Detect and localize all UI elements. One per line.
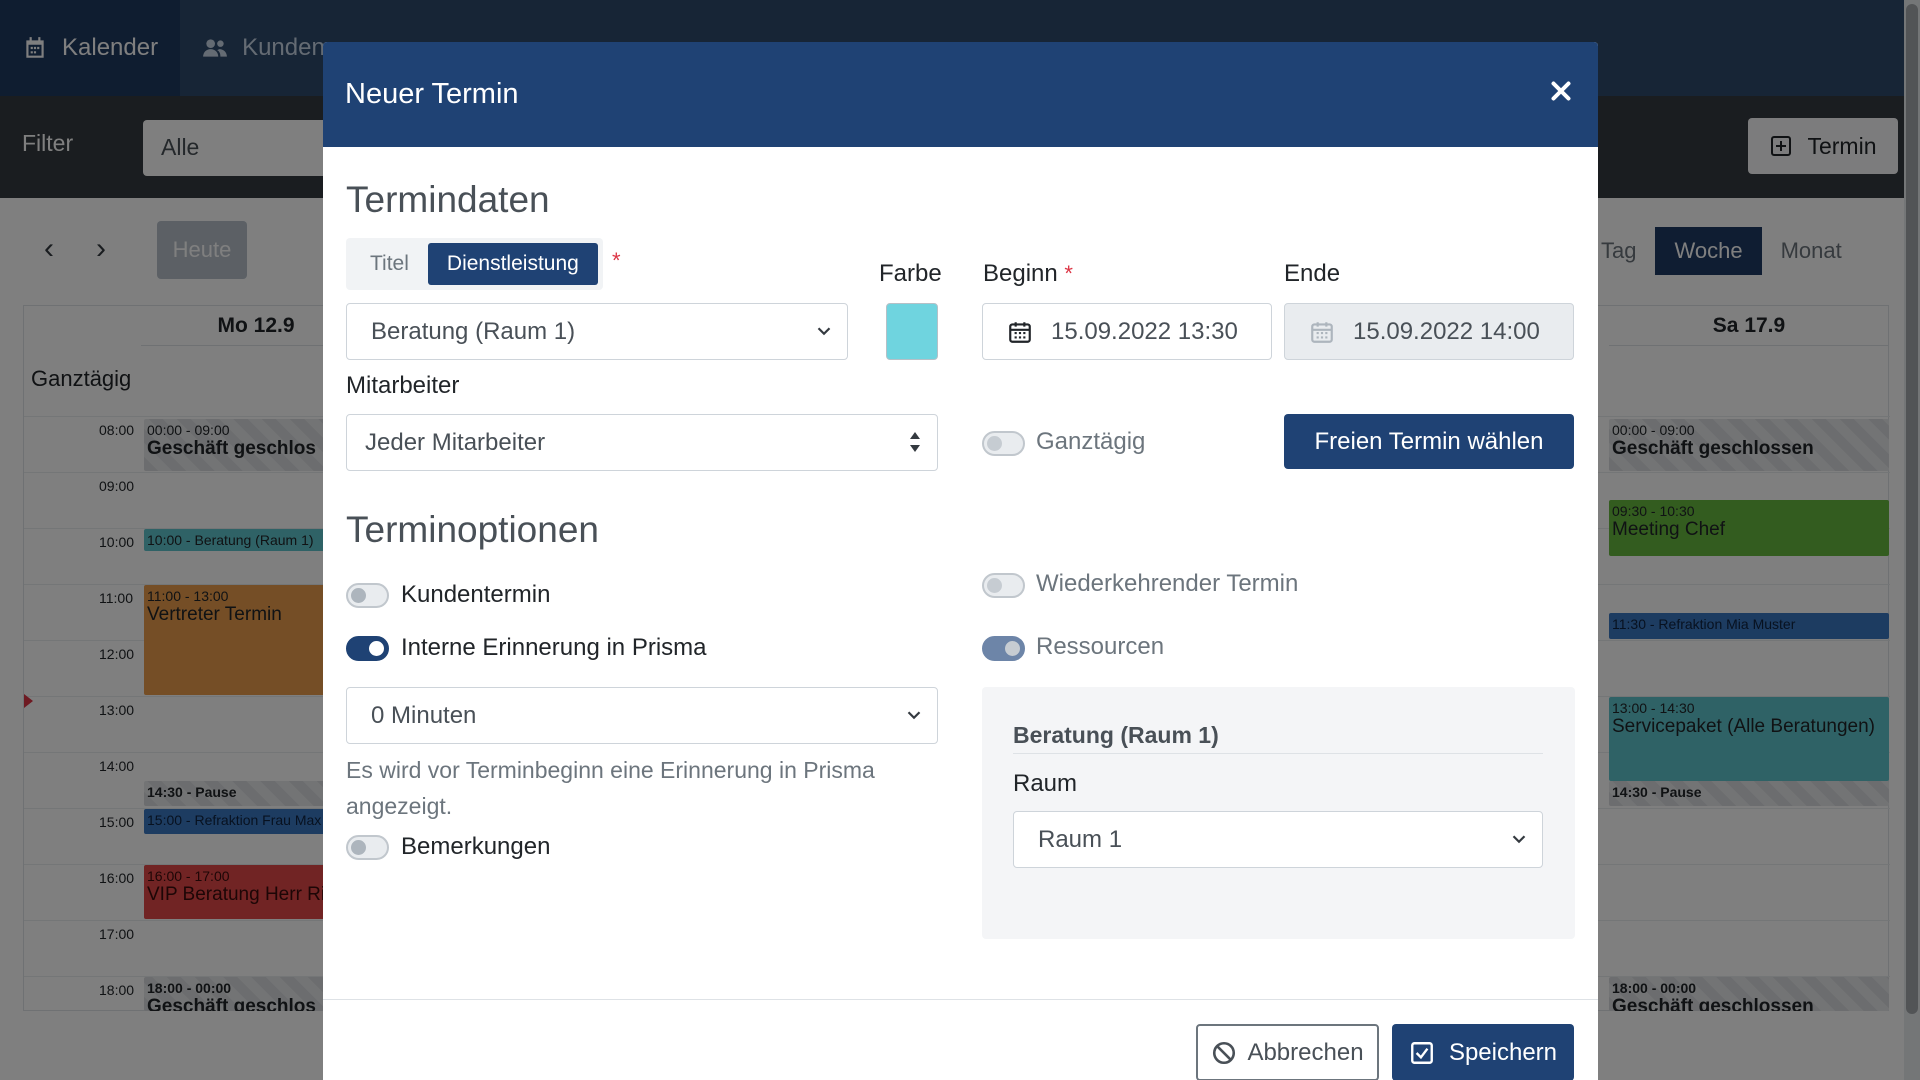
end-datetime-input: 15.09.2022 14:00 <box>1284 303 1574 360</box>
resource-panel: Beratung (Raum 1) Raum Raum 1 <box>982 687 1575 939</box>
reminder-help-text: Es wird vor Terminbeginn eine Erinnerung… <box>346 757 875 819</box>
save-button-label: Speichern <box>1448 1038 1558 1066</box>
divider <box>1013 753 1543 754</box>
calendar-icon <box>1311 321 1333 343</box>
end-datetime-value: 15.09.2022 14:00 <box>1353 317 1540 345</box>
choose-free-slot-label: Freien Termin wählen <box>1314 427 1544 455</box>
close-icon[interactable] <box>1546 76 1576 106</box>
color-picker[interactable] <box>886 303 938 360</box>
section-heading-terminoptionen: Terminoptionen <box>346 509 599 550</box>
allday-switch-label: Ganztägig <box>1036 428 1146 455</box>
room-label: Raum <box>1013 770 1078 797</box>
customer-appointment-label: Kundentermin <box>401 581 551 608</box>
cancel-button[interactable]: Abbrechen <box>1196 1024 1379 1080</box>
toggle-option-dienstleistung[interactable]: Dienstleistung <box>427 243 598 285</box>
chevron-down-icon <box>817 327 831 336</box>
employee-label: Mitarbeiter <box>346 372 460 399</box>
reminder-time-value: 0 Minuten <box>371 701 477 729</box>
customer-appointment-switch[interactable] <box>346 583 389 608</box>
title-type-toggle: Titel Dienstleistung <box>346 238 603 290</box>
resource-panel-title: Beratung (Raum 1) <box>1013 722 1219 748</box>
modal-title: Neuer Termin <box>345 78 519 110</box>
remarks-switch[interactable] <box>346 835 389 860</box>
check-square-icon <box>1411 1041 1433 1064</box>
begin-datetime-input[interactable]: 15.09.2022 13:30 <box>982 303 1272 360</box>
resources-switch[interactable] <box>982 636 1025 661</box>
service-select[interactable]: Beratung (Raum 1) <box>346 303 848 360</box>
begin-datetime-value: 15.09.2022 13:30 <box>1051 317 1238 345</box>
resources-label: Ressourcen <box>1036 633 1165 660</box>
new-appointment-modal: Neuer Termin Termindaten Titel Dienstlei… <box>323 42 1598 1080</box>
begin-label: Beginn * <box>983 260 1073 287</box>
ban-icon <box>1213 1041 1236 1064</box>
footer-divider <box>323 999 1598 1000</box>
service-select-value: Beratung (Raum 1) <box>371 317 576 345</box>
end-label: Ende <box>1284 260 1341 287</box>
calendar-icon <box>1009 321 1031 343</box>
save-button[interactable]: Speichern <box>1392 1024 1574 1080</box>
allday-switch[interactable] <box>982 431 1025 456</box>
recurring-switch[interactable] <box>982 573 1025 598</box>
cancel-button-label: Abbrechen <box>1247 1038 1364 1066</box>
chevron-down-icon <box>1512 835 1526 844</box>
recurring-label: Wiederkehrender Termin <box>1036 570 1299 597</box>
employee-select[interactable]: Jeder Mitarbeiter <box>346 414 938 471</box>
required-marker: * <box>612 248 621 273</box>
room-select-value: Raum 1 <box>1038 825 1123 853</box>
room-select[interactable]: Raum 1 <box>1013 811 1543 868</box>
internal-reminder-label: Interne Erinnerung in Prisma <box>401 634 707 661</box>
employee-select-value: Jeder Mitarbeiter <box>365 428 546 456</box>
modal-header: Neuer Termin <box>323 42 1598 147</box>
section-heading-termindaten: Termindaten <box>346 179 550 220</box>
reminder-time-select[interactable]: 0 Minuten <box>346 687 938 744</box>
remarks-label: Bemerkungen <box>401 833 551 860</box>
choose-free-slot-button[interactable]: Freien Termin wählen <box>1284 414 1574 469</box>
toggle-option-titel[interactable]: Titel <box>351 243 428 285</box>
sort-arrows-icon <box>910 432 920 452</box>
chevron-down-icon <box>907 711 921 720</box>
color-label: Farbe <box>879 260 942 287</box>
internal-reminder-switch[interactable] <box>346 636 389 661</box>
